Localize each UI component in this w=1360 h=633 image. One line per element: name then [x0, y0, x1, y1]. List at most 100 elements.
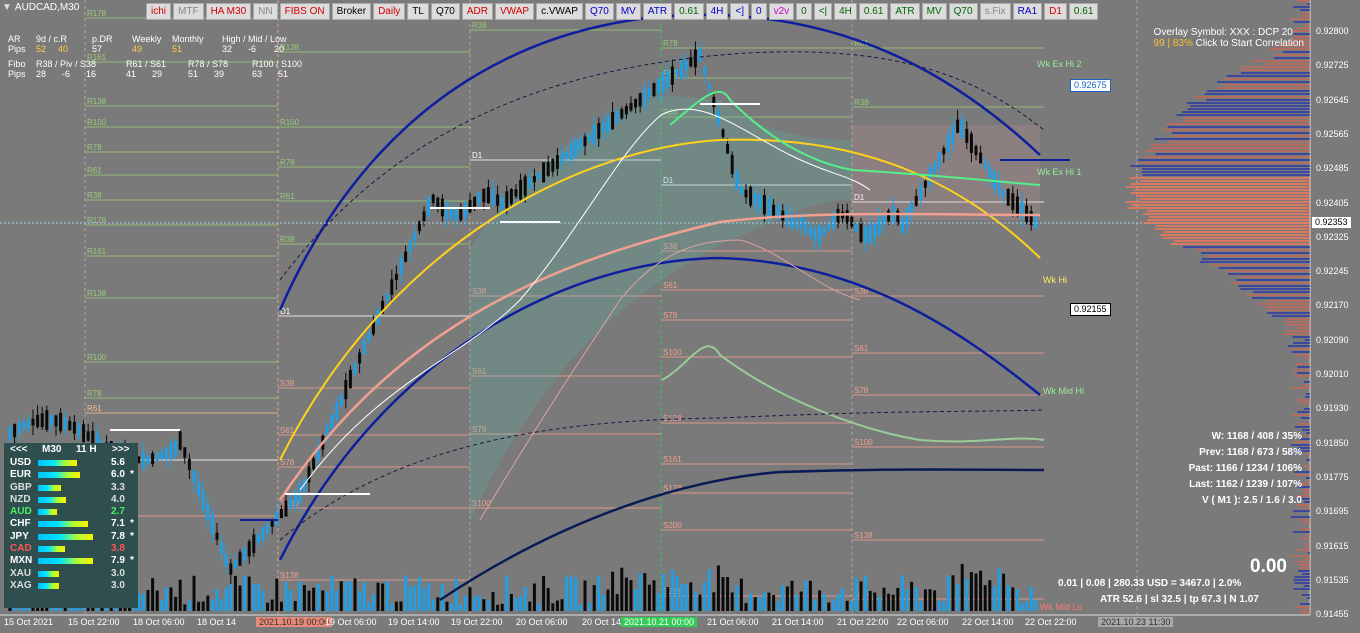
- volume-bar: [247, 576, 251, 611]
- volume-bar: [284, 581, 288, 611]
- price-tick: 0.91930: [1316, 403, 1349, 414]
- candle-body: [45, 410, 49, 430]
- toolbar-button-22[interactable]: 4H: [834, 3, 857, 20]
- cs-prev-button[interactable]: <<<: [10, 443, 28, 457]
- cs-value: 7.9: [111, 555, 125, 567]
- cs-row-xag[interactable]: XAG 3.0: [4, 580, 138, 592]
- volume-bar: [316, 583, 320, 611]
- cs-row-aud[interactable]: AUD 2.7: [4, 506, 138, 518]
- toolbar-button-29[interactable]: D1: [1044, 3, 1067, 20]
- candle-body: [735, 171, 739, 190]
- volume-profile-bar: [1293, 369, 1310, 371]
- cs-row-xau[interactable]: XAU 3.0: [4, 568, 138, 580]
- volume-bar: [201, 601, 205, 611]
- toolbar-button-26[interactable]: Q70: [948, 3, 978, 20]
- candle-body: [224, 554, 228, 567]
- candle-body: [629, 103, 633, 111]
- cs-row-mxn[interactable]: MXN 7.9 *: [4, 555, 138, 567]
- candle-body: [877, 217, 881, 234]
- toolbar-button-0[interactable]: ichi: [146, 3, 172, 20]
- fib-label: S38: [280, 379, 295, 388]
- dropdown-triangle-icon[interactable]: ▼: [2, 2, 12, 13]
- volume-profile-bar: [1183, 246, 1310, 248]
- toolbar-button-12[interactable]: Q70: [584, 3, 614, 20]
- price-axis[interactable]: 0.92800 0.92725 0.92645 0.92565 0.92485 0.924…: [1310, 0, 1360, 619]
- toolbar-button-13[interactable]: MV: [615, 3, 641, 20]
- volume-profile-bar: [1154, 138, 1310, 140]
- cs-value: 3.0: [111, 567, 125, 579]
- price-chart[interactable]: R178R161R138R100R78R61R38R178R161R138R10…: [0, 0, 1360, 633]
- candle-body: [542, 162, 546, 183]
- toolbar-button-18[interactable]: 0: [751, 3, 767, 20]
- toolbar-button-15[interactable]: 0.61: [674, 3, 704, 20]
- price-tick: 0.91455: [1316, 609, 1349, 620]
- wk-hi-label: Wk Hi: [1043, 275, 1067, 285]
- volume-profile-bar: [1240, 288, 1310, 290]
- volume-bar: [739, 578, 743, 611]
- candle-body: [951, 125, 955, 144]
- toolbar-button-6[interactable]: Daily: [373, 3, 406, 20]
- currency-strength-panel: <<< M30 11 H >>> USD 5.6 EUR 6.0 * GBP 3.3 NZD 4…: [4, 443, 138, 608]
- cs-value: 2.7: [111, 506, 125, 518]
- correlation-link[interactable]: 99 | 83% Click to Start Correlation: [1154, 38, 1304, 49]
- toolbar-button-3[interactable]: NN: [253, 3, 278, 20]
- volume-bar: [969, 572, 973, 611]
- volume-bar: [689, 582, 693, 611]
- volume-profile-bar: [1287, 345, 1310, 347]
- toolbar-button-16[interactable]: 4H: [705, 3, 729, 20]
- toolbar-button-19[interactable]: v2v: [768, 3, 795, 20]
- volume-bar: [362, 581, 366, 611]
- volume-profile-bar: [1222, 84, 1310, 86]
- overlay-info[interactable]: Overlay Symbol: XXX : DCP 20 99 | 83% Cl…: [1154, 27, 1304, 49]
- toolbar-button-1[interactable]: MTF: [173, 3, 204, 20]
- volume-bar: [505, 575, 509, 611]
- candle-body: [923, 180, 927, 188]
- toolbar-button-4[interactable]: FIBS ON: [279, 3, 330, 20]
- candle-body: [555, 155, 559, 169]
- volume-profile-bar: [1126, 186, 1310, 188]
- cs-currency: EUR: [10, 469, 32, 481]
- toolbar-button-8[interactable]: Q70: [430, 3, 460, 20]
- cs-header: <<< M30 11 H >>>: [4, 443, 138, 457]
- toolbar-button-5[interactable]: Broker: [331, 3, 372, 20]
- toolbar-button-23[interactable]: 0.61: [858, 3, 889, 20]
- toolbar-button-7[interactable]: TL: [407, 3, 429, 20]
- volume-bar: [206, 595, 210, 611]
- volume-profile-bar: [1170, 243, 1310, 245]
- cs-row-chf[interactable]: CHF 7.1 *: [4, 518, 138, 530]
- toolbar-button-25[interactable]: MV: [921, 3, 947, 20]
- toolbar-button-28[interactable]: RA1: [1012, 3, 1043, 20]
- time-axis[interactable]: 15 Oct 2021 15 Oct 22:00 18 Oct 06:00 18 Oc…: [0, 615, 1310, 633]
- fib-label: R178: [87, 216, 107, 225]
- candle-body: [394, 273, 398, 280]
- toolbar-button-2[interactable]: HA M30: [205, 3, 252, 20]
- candle-body: [896, 210, 900, 225]
- toolbar-button-11[interactable]: c.VWAP: [536, 3, 583, 20]
- time-tick: 19 Oct 22:00: [451, 617, 503, 627]
- cs-row-eur[interactable]: EUR 6.0 *: [4, 469, 138, 481]
- cs-row-nzd[interactable]: NZD 4.0: [4, 494, 138, 506]
- volume-bar: [252, 583, 256, 611]
- cs-next-button[interactable]: >>>: [112, 443, 130, 457]
- toolbar-button-27[interactable]: s.Fix: [979, 3, 1011, 20]
- toolbar-button-21[interactable]: <|: [813, 3, 833, 20]
- cs-row-usd[interactable]: USD 5.6: [4, 457, 138, 469]
- candle-body: [509, 189, 513, 204]
- toolbar-button-30[interactable]: 0.61: [1068, 3, 1099, 20]
- toolbar-button-9[interactable]: ADR: [461, 3, 493, 20]
- candle-body: [523, 176, 527, 196]
- toolbar-button-24[interactable]: ATR: [890, 3, 920, 20]
- toolbar-button-14[interactable]: ATR: [642, 3, 673, 20]
- toolbar-button-17[interactable]: <]: [730, 3, 749, 20]
- toolbar-button-10[interactable]: VWAP: [495, 3, 535, 20]
- cs-row-cad[interactable]: CAD 3.8: [4, 543, 138, 555]
- fib-label: R38: [472, 21, 487, 30]
- candle-body: [31, 418, 35, 426]
- volume-profile-bar: [1146, 219, 1310, 221]
- candle-body: [528, 176, 532, 189]
- toolbar-button-20[interactable]: 0: [796, 3, 812, 20]
- price-tick: 0.92090: [1316, 334, 1349, 345]
- cs-row-jpy[interactable]: JPY 7.8 *: [4, 531, 138, 543]
- cs-row-gbp[interactable]: GBP 3.3: [4, 482, 138, 494]
- volume-profile-bar: [1297, 0, 1310, 2]
